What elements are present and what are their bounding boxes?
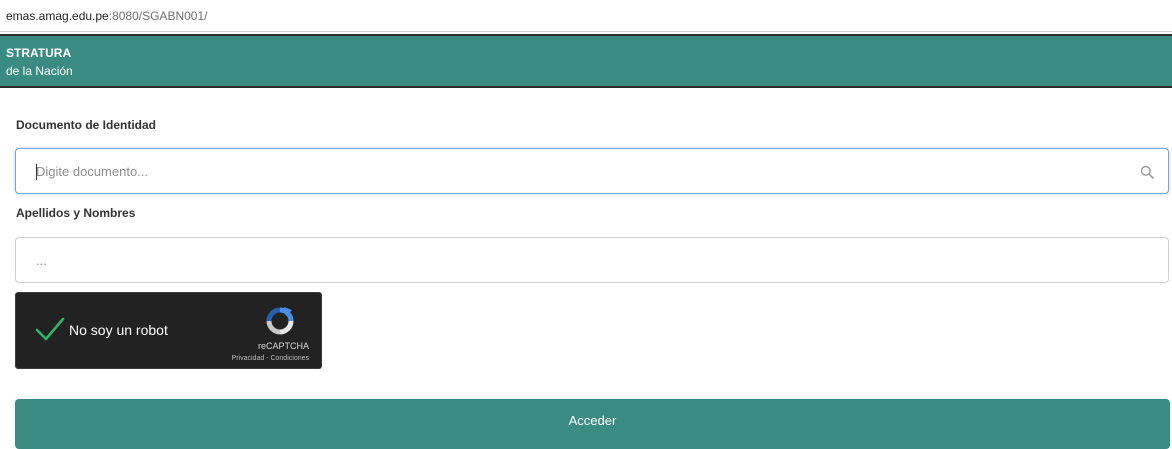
terms-link[interactable]: Condiciones	[270, 355, 309, 362]
url-path: :8080/SGABN001/	[108, 9, 208, 23]
checkmark-icon[interactable]	[34, 315, 66, 343]
privacy-link[interactable]: Privacidad	[232, 355, 265, 362]
document-field[interactable]	[15, 148, 1169, 194]
url-host: emas.amag.edu.pe	[6, 9, 109, 23]
recaptcha-logo-icon	[266, 307, 294, 335]
banner-subtitle: de la Nación	[6, 64, 73, 78]
text-caret	[36, 164, 37, 180]
recaptcha-links: Privacidad - Condiciones	[232, 355, 309, 362]
name-field[interactable]	[15, 237, 1169, 283]
address-bar[interactable]: emas.amag.edu.pe:8080/SGABN001/	[0, 0, 1172, 32]
document-label: Documento de Identidad	[16, 118, 157, 132]
search-icon[interactable]	[1140, 165, 1154, 179]
recaptcha-label: No soy un robot	[69, 322, 168, 338]
recaptcha-widget[interactable]: No soy un robot reCAPTCHA Privacidad - C…	[15, 292, 322, 369]
name-label: Apellidos y Nombres	[16, 206, 136, 220]
banner-title: STRATURA	[6, 46, 72, 60]
recaptcha-brand: reCAPTCHA	[257, 341, 309, 351]
header-banner: STRATURA de la Nación	[0, 34, 1172, 88]
url-text[interactable]: emas.amag.edu.pe:8080/SGABN001/	[6, 9, 207, 23]
document-input[interactable]	[16, 149, 1168, 193]
name-input[interactable]	[16, 238, 1168, 282]
